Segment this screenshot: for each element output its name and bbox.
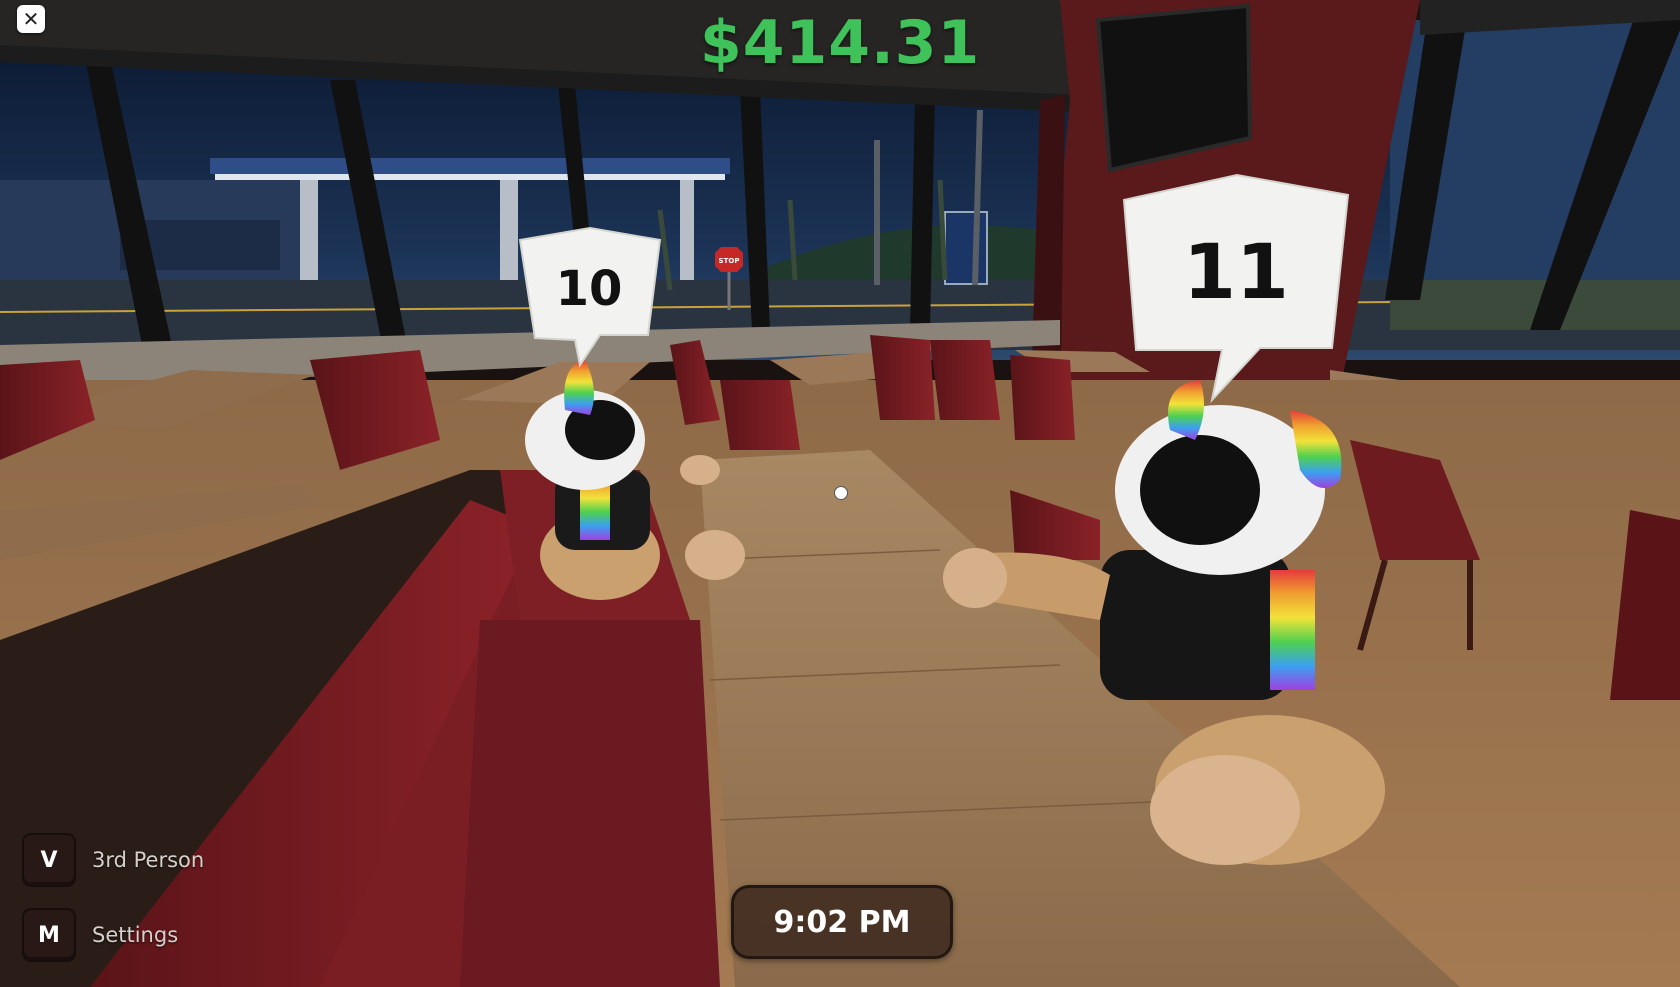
order-number-11: 11 bbox=[1183, 227, 1289, 316]
settings-label: Settings bbox=[92, 923, 179, 947]
third-person-label: 3rd Person bbox=[92, 848, 205, 872]
order-number-10: 10 bbox=[556, 261, 623, 317]
svg-text:STOP: STOP bbox=[719, 257, 740, 265]
keybind-settings[interactable]: M Settings bbox=[22, 908, 178, 962]
money-display: $414.31 bbox=[700, 8, 981, 78]
close-icon[interactable]: ✕ bbox=[17, 5, 45, 33]
keybind-third-person[interactable]: V 3rd Person bbox=[22, 833, 204, 887]
crosshair-icon bbox=[834, 486, 848, 500]
price-sign bbox=[944, 211, 988, 285]
clock-display: 9:02 PM bbox=[731, 885, 953, 959]
key-m[interactable]: M bbox=[22, 908, 76, 962]
key-v[interactable]: V bbox=[22, 833, 76, 887]
